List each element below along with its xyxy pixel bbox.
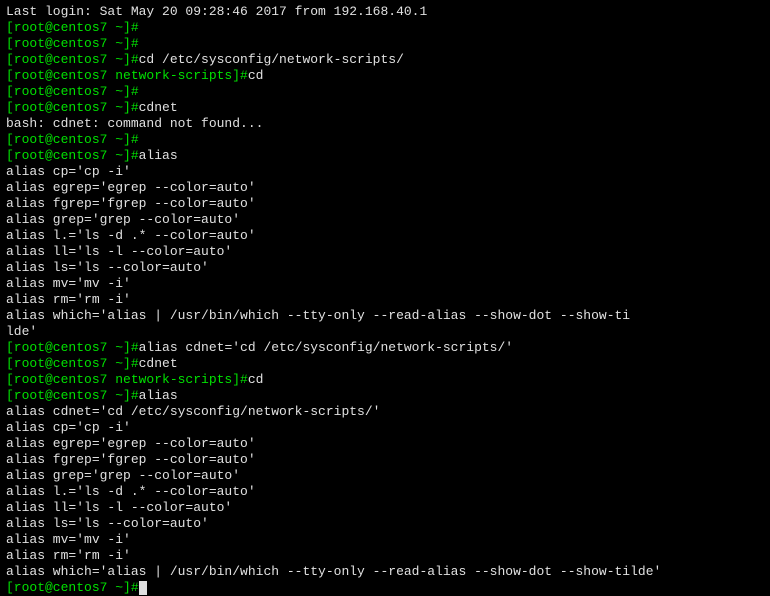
terminal-output: alias l.='ls -d .* --color=auto' [6,228,256,243]
terminal-line: alias which='alias | /usr/bin/which --tt… [6,308,764,324]
terminal-output: alias fgrep='fgrep --color=auto' [6,452,256,467]
terminal-line: Last login: Sat May 20 09:28:46 2017 fro… [6,4,764,20]
terminal-line: alias ll='ls -l --color=auto' [6,244,764,260]
terminal-output: alias rm='rm -i' [6,292,131,307]
shell-prompt: [root@centos7 ~]# [6,84,139,99]
shell-prompt: [root@centos7 ~]# [6,148,139,163]
terminal-output: alias mv='mv -i' [6,276,131,291]
terminal-window[interactable]: Last login: Sat May 20 09:28:46 2017 fro… [6,4,764,596]
terminal-line: lde' [6,324,764,340]
terminal-line: alias egrep='egrep --color=auto' [6,436,764,452]
terminal-line: [root@centos7 ~]# [6,580,764,596]
terminal-line: alias mv='mv -i' [6,276,764,292]
terminal-output: bash: cdnet: command not found... [6,116,263,131]
terminal-line: alias l.='ls -d .* --color=auto' [6,228,764,244]
terminal-output: alias ls='ls --color=auto' [6,260,209,275]
shell-prompt: [root@centos7 ~]# [6,36,139,51]
terminal-line: [root@centos7 network-scripts]#cd [6,68,764,84]
command-text: alias [139,148,178,163]
terminal-line: [root@centos7 ~]#cd /etc/sysconfig/netwo… [6,52,764,68]
shell-prompt: [root@centos7 ~]# [6,20,139,35]
cursor [139,581,147,595]
shell-prompt: [root@centos7 ~]# [6,52,139,67]
terminal-line: alias egrep='egrep --color=auto' [6,180,764,196]
shell-prompt: [root@centos7 network-scripts]# [6,68,248,83]
terminal-output: alias rm='rm -i' [6,548,131,563]
terminal-line: [root@centos7 ~]#alias cdnet='cd /etc/sy… [6,340,764,356]
command-text: alias cdnet='cd /etc/sysconfig/network-s… [139,340,513,355]
terminal-output: alias mv='mv -i' [6,532,131,547]
terminal-output: alias egrep='egrep --color=auto' [6,180,256,195]
terminal-output: alias l.='ls -d .* --color=auto' [6,484,256,499]
terminal-line: alias ls='ls --color=auto' [6,516,764,532]
terminal-line: alias rm='rm -i' [6,548,764,564]
command-text: cd [248,372,264,387]
terminal-line: alias rm='rm -i' [6,292,764,308]
shell-prompt: [root@centos7 ~]# [6,132,139,147]
terminal-line: alias ll='ls -l --color=auto' [6,500,764,516]
terminal-line: alias ls='ls --color=auto' [6,260,764,276]
terminal-output: alias grep='grep --color=auto' [6,212,240,227]
shell-prompt: [root@centos7 ~]# [6,580,139,595]
terminal-line: alias l.='ls -d .* --color=auto' [6,484,764,500]
terminal-output: alias which='alias | /usr/bin/which --tt… [6,564,661,579]
terminal-line: alias grep='grep --color=auto' [6,212,764,228]
terminal-output: alias fgrep='fgrep --color=auto' [6,196,256,211]
terminal-line: [root@centos7 ~]# [6,84,764,100]
terminal-line: [root@centos7 ~]#alias [6,148,764,164]
terminal-output: lde' [6,324,37,339]
shell-prompt: [root@centos7 network-scripts]# [6,372,248,387]
terminal-line: [root@centos7 ~]#alias [6,388,764,404]
command-text: cd /etc/sysconfig/network-scripts/ [139,52,404,67]
terminal-line: alias cp='cp -i' [6,420,764,436]
shell-prompt: [root@centos7 ~]# [6,340,139,355]
terminal-output: alias grep='grep --color=auto' [6,468,240,483]
terminal-line: [root@centos7 ~]#cdnet [6,100,764,116]
terminal-line: [root@centos7 ~]# [6,132,764,148]
command-text: cdnet [139,356,178,371]
shell-prompt: [root@centos7 ~]# [6,356,139,371]
terminal-line: alias cp='cp -i' [6,164,764,180]
shell-prompt: [root@centos7 ~]# [6,388,139,403]
terminal-line: alias which='alias | /usr/bin/which --tt… [6,564,764,580]
terminal-line: [root@centos7 ~]# [6,36,764,52]
terminal-output: alias cp='cp -i' [6,420,131,435]
terminal-output: alias ll='ls -l --color=auto' [6,500,232,515]
terminal-line: alias fgrep='fgrep --color=auto' [6,452,764,468]
terminal-line: [root@centos7 ~]#cdnet [6,356,764,372]
command-text: cd [248,68,264,83]
terminal-line: alias fgrep='fgrep --color=auto' [6,196,764,212]
terminal-output: alias ll='ls -l --color=auto' [6,244,232,259]
terminal-line: bash: cdnet: command not found... [6,116,764,132]
terminal-line: [root@centos7 network-scripts]#cd [6,372,764,388]
shell-prompt: [root@centos7 ~]# [6,100,139,115]
terminal-line: alias cdnet='cd /etc/sysconfig/network-s… [6,404,764,420]
command-text: cdnet [139,100,178,115]
terminal-output: alias egrep='egrep --color=auto' [6,436,256,451]
terminal-output: alias cp='cp -i' [6,164,131,179]
terminal-output: Last login: Sat May 20 09:28:46 2017 fro… [6,4,427,19]
terminal-line: [root@centos7 ~]# [6,20,764,36]
terminal-line: alias grep='grep --color=auto' [6,468,764,484]
terminal-output: alias ls='ls --color=auto' [6,516,209,531]
terminal-output: alias which='alias | /usr/bin/which --tt… [6,308,630,323]
command-text: alias [139,388,178,403]
terminal-output: alias cdnet='cd /etc/sysconfig/network-s… [6,404,380,419]
terminal-line: alias mv='mv -i' [6,532,764,548]
